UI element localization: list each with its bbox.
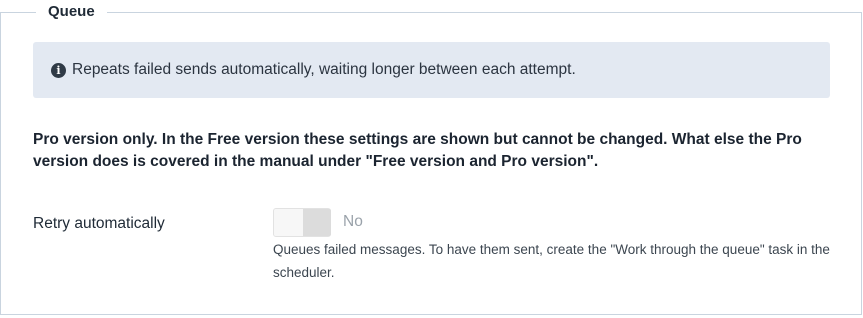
retry-automatically-description: Queues failed messages. To have them sen… [273, 242, 830, 280]
toggle-track [303, 209, 331, 236]
retry-automatically-toggle[interactable] [273, 208, 331, 237]
toggle-state-text: No [343, 213, 363, 230]
fieldset-legend: Queue [36, 2, 107, 22]
fieldset-border-right [861, 12, 862, 315]
info-alert: i Repeats failed sends automatically, wa… [33, 42, 830, 98]
retry-automatically-label: Retry automatically [33, 215, 165, 232]
pro-version-note: Pro version only. In the Free version th… [33, 131, 802, 170]
info-alert-text: Repeats failed sends automatically, wait… [72, 61, 576, 78]
toggle-knob [274, 209, 303, 236]
info-circle-icon: i [51, 62, 66, 78]
